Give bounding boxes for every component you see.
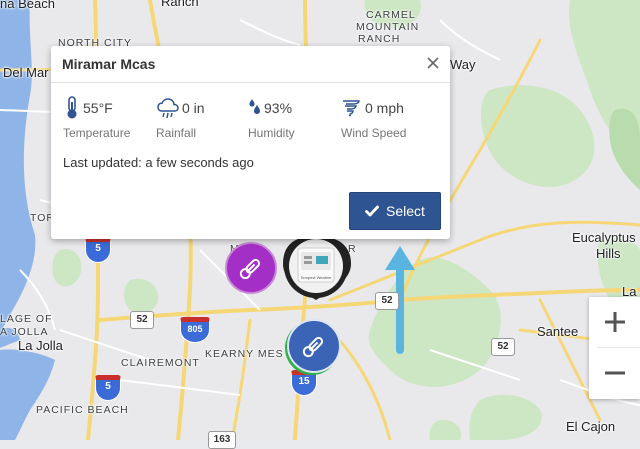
map-label-el-cajon: El Cajon bbox=[566, 419, 616, 434]
last-updated-text: Last updated: a few seconds ago bbox=[63, 155, 254, 170]
shield-sr52-west: 52 bbox=[130, 311, 154, 329]
station-popup: Miramar Mcas 55°F Temperature 0 in Rainf… bbox=[51, 46, 450, 239]
stat-label: Rainfall bbox=[156, 126, 197, 140]
close-icon[interactable] bbox=[426, 56, 440, 70]
map-label-ranch: Ranch bbox=[161, 0, 199, 9]
zoom-in-button[interactable] bbox=[589, 297, 640, 347]
droplets-icon bbox=[249, 99, 260, 114]
map-label-village: LAGE OF bbox=[0, 313, 53, 325]
stat-rainfall: 0 in Rainfall bbox=[156, 96, 248, 140]
stat-label: Wind Speed bbox=[341, 126, 407, 140]
shield-sr163: 163 bbox=[208, 431, 236, 449]
stat-value: 55°F bbox=[83, 100, 113, 116]
rain-cloud-icon bbox=[157, 98, 179, 119]
stat-label: Humidity bbox=[248, 126, 295, 140]
station-marker-blue[interactable] bbox=[287, 319, 341, 373]
select-button-label: Select bbox=[386, 203, 425, 219]
map-label-la-jolla-village: A JOLLA bbox=[0, 326, 49, 338]
stat-wind-speed: 0 mph Wind Speed bbox=[341, 96, 433, 140]
plus-icon bbox=[604, 312, 625, 332]
stat-humidity: 93% Humidity bbox=[248, 96, 340, 140]
map-label-eucalyptus: Eucalyptus bbox=[572, 230, 636, 245]
shield-sr52-east: 52 bbox=[375, 292, 399, 310]
stat-value: 0 mph bbox=[365, 100, 404, 116]
shield-i5-south: 5 bbox=[95, 375, 121, 401]
map-label-hills: Hills bbox=[596, 246, 621, 261]
stats-row: 55°F Temperature 0 in Rainfall 93% Humid… bbox=[63, 96, 450, 146]
map-label-del-mar: Del Mar bbox=[3, 65, 49, 80]
stat-value: 93% bbox=[264, 100, 293, 116]
map-label-clairemont: CLAIREMONT bbox=[121, 357, 200, 369]
stat-value: 0 in bbox=[182, 100, 205, 116]
map-label-way: Way bbox=[450, 57, 476, 72]
zoom-out-button[interactable] bbox=[589, 348, 640, 398]
checkmark-icon bbox=[365, 205, 379, 217]
map-label-kearny-mesa: KEARNY MES bbox=[205, 348, 284, 360]
map-label-solana-beach: na Beach bbox=[0, 0, 55, 11]
thermometer-icon bbox=[67, 96, 77, 119]
station-marker-purple[interactable] bbox=[225, 242, 277, 294]
shield-i805: 805 bbox=[180, 317, 210, 343]
map-label-carmel-mountain: MOUNTAIN bbox=[356, 21, 420, 33]
shield-sr52-far-east: 52 bbox=[491, 338, 515, 356]
popup-title: Miramar Mcas bbox=[62, 56, 156, 72]
wind-icon bbox=[343, 100, 360, 117]
stat-temperature: 55°F Temperature bbox=[63, 96, 155, 140]
map-label-pacific-beach: PACIFIC BEACH bbox=[36, 404, 129, 416]
popup-header: Miramar Mcas bbox=[51, 46, 450, 83]
zoom-control bbox=[589, 297, 640, 399]
shield-i5-north: 5 bbox=[85, 237, 111, 263]
map-label-santee: Santee bbox=[537, 324, 579, 339]
map-label-carmel: CARMEL bbox=[366, 9, 416, 21]
stat-label: Temperature bbox=[63, 126, 131, 140]
map-label-carmel-ranch: RANCH bbox=[358, 33, 401, 45]
device-label: Tempest Weather bbox=[300, 275, 332, 280]
select-button[interactable]: Select bbox=[349, 192, 441, 230]
map-label-la-jolla: La Jolla bbox=[18, 338, 63, 353]
minus-icon bbox=[604, 371, 625, 375]
